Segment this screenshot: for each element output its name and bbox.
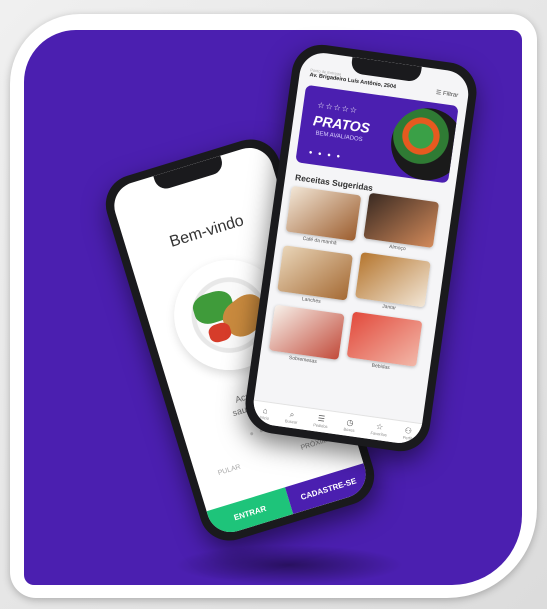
nav-boxes[interactable]: ◷ Boxes (343, 417, 356, 433)
nav-label: Buscar (284, 418, 298, 425)
phones-shadow (174, 545, 404, 585)
nav-label: Favoritos (370, 430, 388, 438)
recipe-card-drinks[interactable] (346, 311, 423, 367)
recipe-card-snacks[interactable] (277, 245, 353, 301)
banner-pager-dots: ● ● ● ● (308, 149, 343, 161)
nav-home[interactable]: ⌂ Início (259, 406, 270, 421)
nav-favorites[interactable]: ☆ Favoritos (370, 421, 388, 438)
recipe-card-desserts[interactable] (268, 304, 345, 360)
nav-label: Início (259, 414, 270, 421)
nav-orders[interactable]: ☰ Pedidos (313, 413, 329, 429)
recipe-card-lunch[interactable] (363, 192, 440, 248)
filter-label: Filtrar (442, 90, 459, 100)
recipe-card-breakfast[interactable] (285, 185, 362, 242)
salad-bowl-image (386, 103, 459, 184)
welcome-title: Bem-vindo (167, 212, 246, 251)
nav-label: Pedidos (312, 422, 328, 430)
nav-search[interactable]: ⌕ Buscar (285, 409, 299, 425)
nav-label: Perfil (402, 434, 413, 441)
nav-profile[interactable]: ⚇ Perfil (402, 426, 413, 441)
nav-label: Boxes (343, 426, 355, 433)
filter-icon: ☰ (435, 89, 442, 97)
skip-button[interactable]: PULAR (217, 464, 241, 478)
recipe-card-dinner[interactable] (355, 252, 431, 308)
